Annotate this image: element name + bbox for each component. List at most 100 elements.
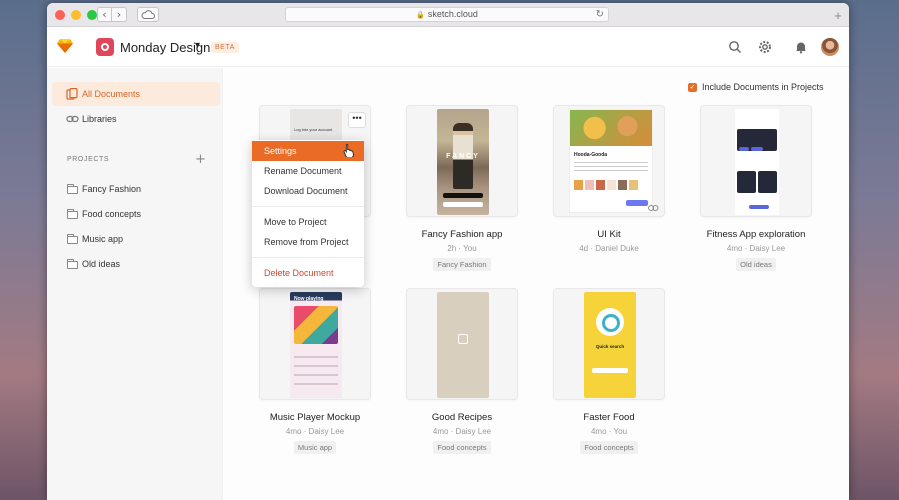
folder-icon: [67, 234, 78, 244]
sidebar: All Documents Libraries PROJECTS + Fancy…: [47, 68, 223, 500]
project-tag[interactable]: Music app: [293, 441, 337, 454]
browser-toolbar: ‹ › 🔒 sketch.cloud ↻ +: [47, 3, 849, 27]
preview-tag: [739, 147, 749, 151]
preview-title: Hooda-Gooda: [574, 152, 608, 158]
project-tag[interactable]: Food concepts: [433, 441, 491, 454]
url-text: sketch.cloud: [427, 9, 478, 19]
document-thumbnail[interactable]: [700, 105, 812, 217]
document-context-menu: Settings Rename Document Download Docume…: [252, 140, 364, 287]
menu-divider: [252, 206, 364, 207]
sidebar-item-project[interactable]: Old ideas: [52, 252, 220, 276]
user-avatar[interactable]: [821, 38, 839, 56]
document-title[interactable]: UI Kit: [553, 229, 665, 240]
document-thumbnail[interactable]: FANCY: [406, 105, 518, 217]
music-screen-preview: Now playing: [290, 292, 342, 398]
project-tag[interactable]: Food concepts: [580, 441, 638, 454]
document-thumbnail[interactable]: Now playing: [259, 288, 371, 400]
sidebar-item-project[interactable]: Food concepts: [52, 202, 220, 226]
include-checkbox[interactable]: ✓: [688, 82, 697, 92]
document-card[interactable]: Hooda-Gooda UI Kit 4d · Daniel Duke: [553, 105, 665, 253]
cloud-icon: [141, 10, 155, 19]
close-window-button[interactable]: [55, 10, 65, 20]
ui-kit-preview: Hooda-Gooda: [569, 109, 653, 213]
gear-icon[interactable]: [758, 40, 772, 54]
menu-item-delete[interactable]: Delete Document: [252, 263, 364, 283]
projects-heading: PROJECTS: [67, 156, 110, 163]
workspace-icon[interactable]: [96, 38, 114, 56]
recipes-screen-preview: [437, 292, 489, 398]
back-button[interactable]: ‹: [97, 7, 112, 22]
document-meta: 4mo · Daisy Lee: [432, 427, 492, 436]
preview-track-list: [294, 356, 338, 392]
document-title[interactable]: Music Player Mockup: [259, 412, 371, 423]
preview-tag: [751, 147, 763, 151]
link-icon: [66, 115, 79, 123]
icloud-tabs-button[interactable]: [137, 7, 159, 22]
preview-button: [626, 200, 648, 206]
preview-button: [443, 193, 483, 198]
document-thumbnail[interactable]: Hooda-Gooda: [553, 105, 665, 217]
sketch-logo-icon[interactable]: [57, 39, 73, 53]
sidebar-item-label: Fancy Fashion: [82, 184, 142, 194]
documents-icon: [66, 88, 78, 100]
window-controls: [55, 10, 97, 20]
document-title[interactable]: Good Recipes: [406, 412, 518, 423]
forward-button[interactable]: ›: [112, 7, 127, 22]
search-icon[interactable]: [728, 40, 742, 54]
album-art: [294, 306, 338, 344]
minimize-window-button[interactable]: [71, 10, 81, 20]
document-meta: 4mo · You: [590, 427, 628, 436]
document-thumbnail[interactable]: Quick search: [553, 288, 665, 400]
document-thumbnail[interactable]: [406, 288, 518, 400]
food-photo: [570, 110, 652, 146]
document-card[interactable]: Fitness App exploration 4mo · Daisy Lee …: [700, 105, 812, 271]
preview-swatches: [574, 180, 638, 190]
sidebar-item-label: Old ideas: [82, 259, 121, 269]
document-meta: 4mo · Daisy Lee: [726, 244, 786, 253]
preview-text: Log into your account: [294, 127, 333, 132]
menu-item-rename[interactable]: Rename Document: [252, 161, 364, 181]
sidebar-item-all-documents[interactable]: All Documents: [52, 82, 220, 106]
document-card[interactable]: Good Recipes 4mo · Daisy Lee Food concep…: [406, 288, 518, 454]
document-card[interactable]: Now playing Music Player Mockup 4mo · Da…: [259, 288, 371, 454]
menu-divider: [252, 257, 364, 258]
menu-item-remove-from-project[interactable]: Remove from Project: [252, 232, 364, 252]
link-icon: [648, 205, 659, 211]
fitness-screen-preview: [735, 109, 779, 215]
address-bar[interactable]: 🔒 sketch.cloud ↻: [285, 7, 609, 22]
document-card[interactable]: FANCY Fancy Fashion app 2h · You Fancy F…: [406, 105, 518, 271]
document-card[interactable]: Quick search Faster Food 4mo · You Food …: [553, 288, 665, 454]
search-illustration: [596, 308, 624, 336]
document-meta: 2h · You: [447, 244, 477, 253]
reload-icon[interactable]: ↻: [596, 8, 604, 21]
document-title[interactable]: Fancy Fashion app: [406, 229, 518, 240]
sidebar-item-libraries[interactable]: Libraries: [52, 107, 220, 131]
new-tab-button[interactable]: +: [831, 9, 845, 23]
document-meta: 4mo · Daisy Lee: [285, 427, 345, 436]
preview-button: [592, 368, 628, 373]
preview-tag: [749, 205, 769, 209]
document-meta: 4d · Daniel Duke: [579, 244, 639, 253]
bell-icon[interactable]: [794, 40, 808, 54]
folder-icon: [67, 209, 78, 219]
maximize-window-button[interactable]: [87, 10, 97, 20]
menu-item-move-to-project[interactable]: Move to Project: [252, 212, 364, 232]
fashion-screen-preview: FANCY: [437, 109, 489, 215]
sidebar-item-project[interactable]: Music app: [52, 227, 220, 251]
folder-icon: [67, 259, 78, 269]
preview-button: [443, 202, 483, 207]
preview-text-lines: [574, 162, 648, 174]
menu-item-download[interactable]: Download Document: [252, 181, 364, 201]
sidebar-item-project[interactable]: Fancy Fashion: [52, 177, 220, 201]
preview-block: [758, 171, 777, 193]
include-projects-toggle[interactable]: ✓ Include Documents in Projects: [688, 82, 824, 92]
document-title[interactable]: Fitness App exploration: [700, 229, 812, 240]
sidebar-item-label: Food concepts: [82, 209, 142, 219]
chevron-down-icon[interactable]: ▾: [195, 40, 200, 51]
document-title[interactable]: Faster Food: [553, 412, 665, 423]
placeholder-icon: [458, 334, 468, 344]
project-tag[interactable]: Old ideas: [736, 258, 776, 271]
add-project-button[interactable]: +: [195, 152, 206, 167]
project-tag[interactable]: Fancy Fashion: [433, 258, 491, 271]
more-options-button[interactable]: •••: [348, 112, 366, 128]
